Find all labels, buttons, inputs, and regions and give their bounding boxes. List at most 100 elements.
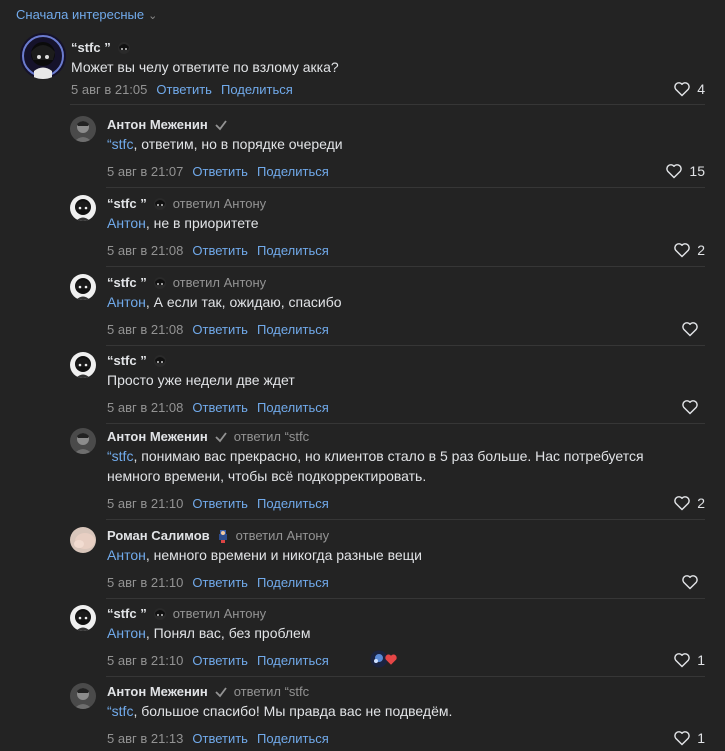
divider: [106, 266, 705, 267]
comment-date[interactable]: 5 авг в 21:08: [107, 400, 183, 415]
heart-icon: [674, 653, 691, 668]
reply-button[interactable]: Ответить: [192, 575, 248, 590]
comment-body: , Понял вас, без проблем: [145, 625, 311, 641]
reply-button[interactable]: Ответить: [192, 496, 248, 511]
anime-emoji-icon: [153, 197, 167, 211]
like-button[interactable]: 1: [673, 730, 705, 746]
mention-link[interactable]: “stfc: [107, 136, 133, 152]
like-button[interactable]: 2: [673, 495, 705, 511]
heart-icon: [674, 82, 691, 97]
replied-to-label[interactable]: ответил Антону: [173, 275, 266, 290]
comment-text: Антон, не в приоритете: [107, 213, 697, 233]
heart-icon: [674, 731, 691, 746]
comment-date[interactable]: 5 авг в 21:08: [107, 322, 183, 337]
pixel-character-emoji-icon: [216, 529, 230, 543]
reply-button[interactable]: Ответить: [156, 82, 212, 97]
like-button[interactable]: 4: [673, 81, 705, 97]
avatar[interactable]: [70, 428, 96, 454]
comment-date[interactable]: 5 авг в 21:10: [107, 496, 183, 511]
anime-emoji-icon: [153, 276, 167, 290]
avatar[interactable]: [70, 195, 96, 221]
divider: [106, 519, 705, 520]
avatar[interactable]: [70, 683, 96, 709]
author-name[interactable]: “stfc ”: [107, 606, 147, 621]
author-name[interactable]: Роман Салимов: [107, 528, 210, 543]
share-button[interactable]: Поделиться: [257, 164, 329, 179]
share-button[interactable]: Поделиться: [257, 322, 329, 337]
reactions-summary[interactable]: [370, 650, 398, 671]
comment-body: , А если так, ожидаю, спасибо: [145, 294, 342, 310]
author-name[interactable]: “stfc ”: [107, 353, 147, 368]
reply-button[interactable]: Ответить: [192, 731, 248, 746]
comment-body: , понимаю вас прекрасно, но клиентов ста…: [107, 448, 644, 484]
divider: [106, 187, 705, 188]
comment-date[interactable]: 5 авг в 21:05: [71, 82, 147, 97]
reply-button[interactable]: Ответить: [192, 653, 248, 668]
comment-body: , большое спасибо! Мы правда вас не подв…: [133, 703, 453, 719]
replied-to-label[interactable]: ответил “stfc: [234, 684, 309, 699]
replied-to-label[interactable]: ответил Антону: [236, 528, 329, 543]
like-count: 2: [697, 242, 705, 258]
like-button[interactable]: 1: [673, 652, 705, 668]
like-count: 4: [697, 81, 705, 97]
avatar[interactable]: [20, 33, 66, 79]
avatar[interactable]: [70, 527, 96, 553]
mention-link[interactable]: Антон: [107, 294, 146, 310]
mention-link[interactable]: Антон: [107, 547, 146, 563]
comment-text: “stfc, ответим, но в порядке очереди: [107, 134, 697, 154]
like-button[interactable]: 2: [673, 242, 705, 258]
share-button[interactable]: Поделиться: [257, 243, 329, 258]
avatar[interactable]: [70, 116, 96, 142]
share-button[interactable]: Поделиться: [257, 731, 329, 746]
like-button[interactable]: 15: [665, 163, 705, 179]
avatar[interactable]: [70, 274, 96, 300]
share-button[interactable]: Поделиться: [257, 575, 329, 590]
like-button[interactable]: [681, 399, 705, 415]
comment-body: Просто уже недели две ждет: [107, 372, 295, 388]
heart-icon: [674, 496, 691, 511]
avatar[interactable]: [70, 352, 96, 378]
mention-link[interactable]: Антон: [107, 215, 146, 231]
comment-date[interactable]: 5 авг в 21:13: [107, 731, 183, 746]
replied-to-label[interactable]: ответил Антону: [173, 196, 266, 211]
replied-to-label[interactable]: ответил “stfc: [234, 429, 309, 444]
comment-date[interactable]: 5 авг в 21:08: [107, 243, 183, 258]
comment-text: Антон, немного времени и никогда разные …: [107, 545, 697, 565]
share-button[interactable]: Поделиться: [257, 496, 329, 511]
anime-emoji-icon: [153, 607, 167, 621]
reply-button[interactable]: Ответить: [192, 400, 248, 415]
comment-date[interactable]: 5 авг в 21:10: [107, 575, 183, 590]
mention-link[interactable]: “stfc: [107, 703, 133, 719]
verified-check-icon: [214, 685, 228, 699]
sort-dropdown[interactable]: Сначала интересные ⌄: [16, 7, 157, 22]
avatar[interactable]: [70, 605, 96, 631]
reply-button[interactable]: Ответить: [192, 243, 248, 258]
comment-date[interactable]: 5 авг в 21:07: [107, 164, 183, 179]
share-button[interactable]: Поделиться: [221, 82, 293, 97]
comment-text: “stfc, понимаю вас прекрасно, но клиенто…: [107, 446, 697, 486]
anime-emoji-icon: [117, 41, 131, 55]
comment-date[interactable]: 5 авг в 21:10: [107, 653, 183, 668]
author-name[interactable]: “stfc ”: [71, 40, 111, 55]
heart-icon: [682, 400, 698, 415]
replied-to-label[interactable]: ответил Антону: [173, 606, 266, 621]
like-count: 2: [697, 495, 705, 511]
reply-button[interactable]: Ответить: [192, 322, 248, 337]
like-count: 1: [697, 652, 705, 668]
mention-link[interactable]: Антон: [107, 625, 146, 641]
author-name[interactable]: “stfc ”: [107, 275, 147, 290]
comment-body: , ответим, но в порядке очереди: [133, 136, 343, 152]
author-name[interactable]: Антон Меженин: [107, 429, 208, 444]
reply-button[interactable]: Ответить: [192, 164, 248, 179]
author-name[interactable]: Антон Меженин: [107, 684, 208, 699]
author-name[interactable]: “stfc ”: [107, 196, 147, 211]
mention-link[interactable]: “stfc: [107, 448, 133, 464]
author-name[interactable]: Антон Меженин: [107, 117, 208, 132]
like-button[interactable]: [681, 574, 705, 590]
comment-text: “stfc, большое спасибо! Мы правда вас не…: [107, 701, 697, 721]
like-button[interactable]: [681, 321, 705, 337]
share-button[interactable]: Поделиться: [257, 653, 329, 668]
like-count: 1: [697, 730, 705, 746]
heart-icon: [666, 164, 683, 179]
share-button[interactable]: Поделиться: [257, 400, 329, 415]
